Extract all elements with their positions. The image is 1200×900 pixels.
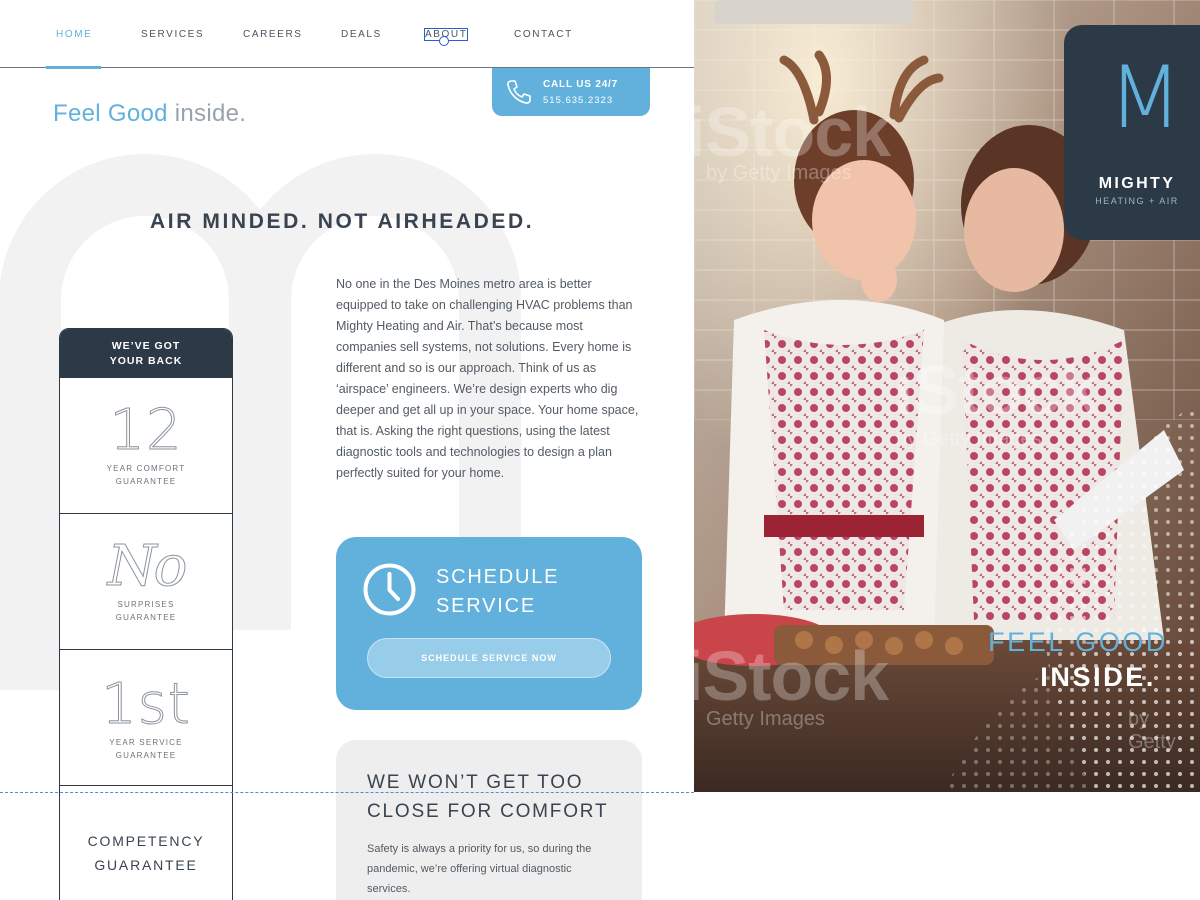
guarantee-header-line1: WE’VE GOT bbox=[111, 340, 181, 352]
guarantee-line2: GUARANTEE bbox=[115, 613, 177, 622]
stock-watermark-sub: by Getty bbox=[1128, 708, 1176, 753]
guarantee-line1: COMPETENCY bbox=[87, 833, 205, 849]
guarantee-big-word: No bbox=[107, 534, 188, 599]
clock-icon bbox=[363, 563, 416, 616]
page-headline: AIR MINDED. NOT AIRHEADED. bbox=[150, 210, 535, 233]
stock-watermark-sub: by Getty Images bbox=[706, 162, 852, 184]
guarantee-line1: SURPRISES bbox=[117, 600, 175, 609]
guarantee-line2: GUARANTEE bbox=[115, 477, 177, 486]
schedule-service-now-button[interactable]: SCHEDULE SERVICE NOW bbox=[367, 638, 611, 678]
selection-handle[interactable] bbox=[439, 36, 449, 46]
guarantee-line2: GUARANTEE bbox=[94, 857, 198, 873]
call-us-button[interactable]: CALL US 24/7 515.635.2323 bbox=[492, 68, 650, 116]
stock-watermark-sub: Getty Images bbox=[706, 708, 825, 730]
guarantee-big-number: 1st bbox=[101, 672, 191, 737]
phone-icon bbox=[507, 80, 531, 104]
guarantee-line1: YEAR SERVICE bbox=[109, 738, 183, 747]
schedule-title-line1: SCHEDULE bbox=[436, 566, 560, 588]
intro-paragraph: No one in the Des Moines metro area is b… bbox=[336, 277, 639, 480]
logo-name: MIGHTY bbox=[1098, 175, 1176, 192]
guarantee-column: WE’VE GOT YOUR BACK 12 YEAR COMFORT GUAR… bbox=[59, 328, 233, 900]
tagline-rest: inside. bbox=[167, 100, 247, 127]
tagline-highlight: Feel Good bbox=[53, 100, 168, 127]
guarantee-line2: GUARANTEE bbox=[115, 751, 177, 760]
guarantee-header: WE’VE GOT YOUR BACK bbox=[60, 329, 232, 377]
main-nav: HOME SERVICES CAREERS DEALS ABOUT CONTAC… bbox=[0, 0, 694, 69]
guide-line-dashed bbox=[0, 792, 694, 793]
mighty-logo[interactable]: M MIGHTY HEATING + AIR bbox=[1064, 25, 1200, 240]
hero-tagline-line2: INSIDE. bbox=[1040, 662, 1156, 692]
stock-watermark-sub: by Getty Images bbox=[896, 428, 1042, 450]
comfort-title-line2: CLOSE FOR COMFORT bbox=[367, 801, 609, 822]
comfort-title: WE WON’T GET TOO CLOSE FOR COMFORT bbox=[367, 768, 627, 826]
guarantee-surprises: No SURPRISES GUARANTEE bbox=[60, 513, 232, 649]
guarantee-big-number: 12 bbox=[109, 398, 183, 463]
virtual-diagnostics-card: WE WON’T GET TOO CLOSE FOR COMFORT Safet… bbox=[336, 740, 642, 900]
nav-home[interactable]: HOME bbox=[56, 29, 92, 40]
schedule-service-card: SCHEDULE SERVICE SCHEDULE SERVICE NOW bbox=[336, 537, 642, 710]
guarantee-competency: COMPETENCY GUARANTEE bbox=[60, 785, 232, 900]
hero-tagline-line1: FEEL GOOD bbox=[988, 627, 1168, 657]
guarantee-first-year: 1st YEAR SERVICE GUARANTEE bbox=[60, 649, 232, 785]
phone-number: 515.635.2323 bbox=[543, 95, 614, 106]
logo-subname: HEATING + AIR bbox=[1095, 196, 1179, 206]
hero-photo: iStock by Getty Images iStock by Getty I… bbox=[694, 0, 1200, 792]
stock-watermark: iStock bbox=[894, 351, 1099, 429]
nav-contact[interactable]: CONTACT bbox=[514, 29, 573, 40]
guarantee-line1: YEAR COMFORT bbox=[106, 464, 186, 473]
guarantee-header-line2: YOUR BACK bbox=[109, 355, 183, 367]
schedule-title: SCHEDULE SERVICE bbox=[436, 563, 616, 621]
guarantee-comfort: 12 YEAR COMFORT GUARANTEE bbox=[60, 377, 232, 513]
nav-careers[interactable]: CAREERS bbox=[243, 29, 303, 40]
stock-watermark: iStock bbox=[694, 637, 889, 715]
call-label: CALL US 24/7 bbox=[543, 79, 618, 90]
active-nav-indicator bbox=[46, 66, 101, 69]
comfort-text: Safety is always a priority for us, so d… bbox=[367, 843, 592, 895]
schedule-title-line2: SERVICE bbox=[436, 595, 537, 617]
nav-services[interactable]: SERVICES bbox=[141, 29, 204, 40]
page-tagline: Feel Good inside. bbox=[53, 100, 246, 128]
logo-letter: M bbox=[1108, 48, 1183, 148]
nav-deals[interactable]: DEALS bbox=[341, 29, 382, 40]
stock-watermark: iStock bbox=[694, 93, 891, 171]
